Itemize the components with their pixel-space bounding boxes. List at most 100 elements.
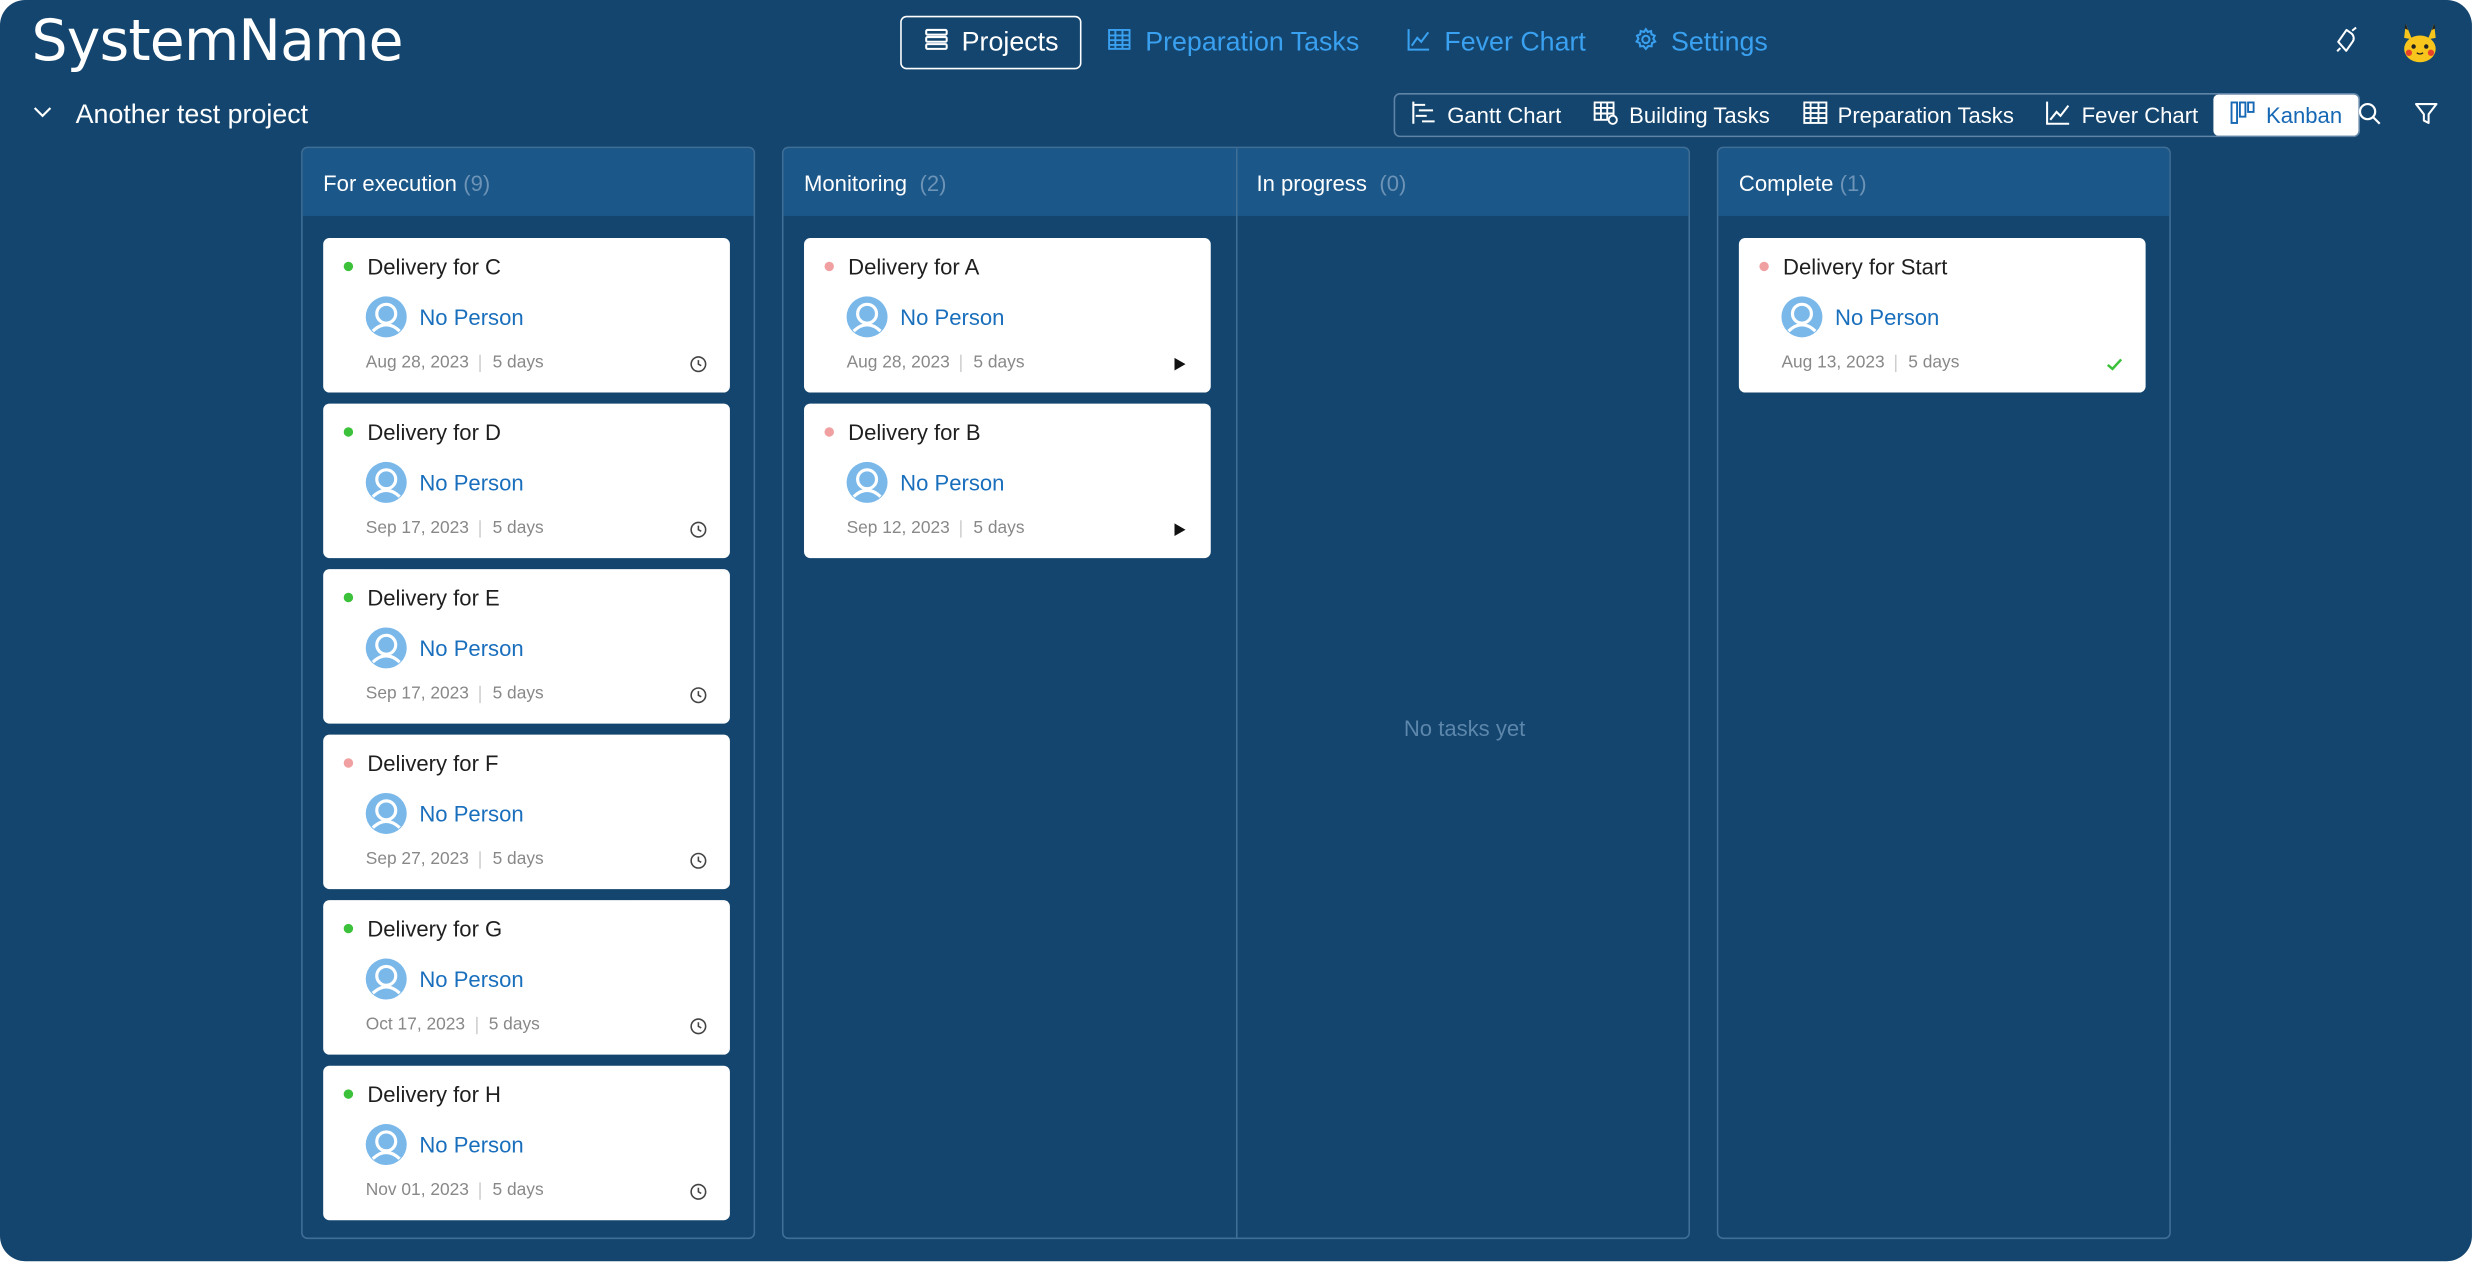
card-date: Sep 17, 2023 [365, 684, 469, 704]
task-card[interactable]: Delivery for D No Person Sep 17, 2023 5 day… [323, 403, 730, 559]
card-title-row: Delivery for H [343, 1081, 502, 1107]
view-building-tasks[interactable]: Building Tasks [1577, 95, 1785, 136]
clock-icon[interactable] [689, 851, 708, 870]
card-title: Delivery for A [848, 253, 980, 280]
card-title: Delivery for Start [1783, 253, 1948, 280]
card-meta: Aug 28, 2023 5 days [366, 353, 544, 372]
card-assignee[interactable]: No Person [365, 1124, 524, 1166]
task-card[interactable]: Delivery for H No Person Nov 01, 2023 5 day… [323, 1065, 730, 1221]
project-selector[interactable]: Another test project [32, 95, 308, 136]
card-assignee[interactable]: No Person [1781, 296, 1940, 338]
card-meta: Nov 01, 2023 5 days [366, 1181, 544, 1200]
play-icon[interactable] [1170, 355, 1189, 374]
task-card[interactable]: Delivery for E No Person Sep 17, 2023 5 day… [323, 569, 730, 724]
status-dot [343, 1089, 354, 1099]
person-avatar-icon [365, 296, 407, 338]
card-assignee[interactable]: No Person [365, 461, 524, 503]
clock-icon[interactable] [689, 355, 708, 374]
clock-icon[interactable] [689, 686, 708, 705]
status-dot [1759, 261, 1769, 272]
clock-icon[interactable] [689, 1017, 708, 1036]
task-card[interactable]: Delivery for A No Person Aug 28, 2023 5 day… [804, 238, 1211, 393]
status-dot [824, 427, 834, 437]
meta-separator [479, 519, 482, 537]
assignee-name: No Person [900, 469, 1005, 496]
task-card[interactable]: Delivery for B No Person Sep 12, 2023 5 day… [804, 403, 1211, 559]
column-divider [1235, 148, 1238, 1238]
card-duration: 5 days [492, 849, 544, 869]
notification-bell-icon[interactable] [2333, 24, 2361, 60]
gear-icon [1633, 26, 1658, 59]
card-duration: 5 days [492, 518, 544, 538]
column-header-monitoring: Monitoring (2) [784, 169, 1236, 194]
task-card[interactable]: Delivery for G No Person Oct 17, 2023 5 day… [323, 900, 730, 1055]
task-card[interactable]: Delivery for F No Person Sep 27, 2023 5 day… [323, 734, 730, 890]
assignee-name: No Person [1835, 304, 1940, 330]
card-title-row: Delivery for C [343, 253, 502, 280]
status-dot [343, 427, 354, 437]
filter-icon[interactable] [2414, 101, 2439, 134]
card-title: Delivery for F [367, 750, 499, 776]
column-for-execution: For execution (9) Delivery for C No Perso… [301, 146, 756, 1240]
clock-icon[interactable] [689, 1182, 708, 1201]
nav-settings[interactable]: Settings [1611, 16, 1790, 70]
view-preparation-tasks[interactable]: Preparation Tasks [1786, 95, 2030, 136]
card-duration: 5 days [492, 684, 544, 704]
card-meta: Oct 17, 2023 5 days [366, 1015, 540, 1034]
person-avatar-icon [846, 296, 888, 338]
card-duration: 5 days [973, 518, 1025, 538]
meta-separator [960, 519, 963, 537]
view-gantt-chart[interactable]: Gantt Chart [1395, 95, 1577, 136]
nav-projects[interactable]: Projects [900, 15, 1083, 70]
card-date: Aug 28, 2023 [365, 353, 469, 373]
card-date: Sep 12, 2023 [846, 518, 950, 538]
card-date: Oct 17, 2023 [365, 1015, 466, 1035]
nav-preparation-tasks[interactable]: Preparation Tasks [1085, 16, 1381, 70]
chevron-down-icon[interactable] [32, 100, 54, 130]
card-title: Delivery for E [367, 584, 500, 611]
view-gantt-chart-label: Gantt Chart [1447, 102, 1562, 128]
card-title: Delivery for C [367, 253, 502, 280]
meta-separator [960, 353, 963, 372]
card-assignee[interactable]: No Person [365, 958, 524, 1000]
task-card[interactable]: Delivery for C No Person Aug 28, 2023 5 day… [323, 238, 730, 393]
task-card[interactable]: Delivery for Start No Person Aug 13, 2023 5… [1738, 238, 2146, 393]
card-title: Delivery for D [367, 419, 502, 445]
table-icon [1107, 26, 1132, 59]
clock-icon[interactable] [689, 520, 708, 539]
card-assignee[interactable]: No Person [365, 792, 524, 834]
card-assignee[interactable]: No Person [365, 296, 524, 338]
meta-separator [479, 850, 482, 868]
card-assignee[interactable]: No Person [365, 627, 524, 669]
status-dot [343, 261, 354, 272]
column-group-monitoring-in-progress: Monitoring (2) In progress (0) Delivery … [781, 146, 1691, 1240]
view-fever-chart[interactable]: Fever Chart [2030, 95, 2214, 136]
view-fever-chart-label: Fever Chart [2081, 102, 2199, 128]
board-toolbar [2357, 101, 2439, 134]
card-meta: Aug 13, 2023 5 days [1781, 353, 1959, 372]
search-icon[interactable] [2357, 101, 2382, 134]
nav-fever-chart[interactable]: Fever Chart [1384, 16, 1607, 70]
nav-settings-label: Settings [1670, 26, 1768, 57]
card-assignee[interactable]: No Person [846, 296, 1004, 338]
card-duration: 5 days [973, 353, 1025, 373]
view-switcher: Gantt Chart Building Tasks Preparation T… [1393, 93, 2360, 138]
card-duration: 5 days [492, 353, 544, 373]
card-title-row: Delivery for B [824, 419, 981, 445]
play-icon[interactable] [1170, 520, 1189, 539]
card-date: Aug 13, 2023 [1781, 353, 1885, 373]
card-title-row: Delivery for Start [1759, 254, 1947, 279]
check-icon[interactable] [2105, 355, 2124, 374]
gantt-icon [1411, 99, 1438, 131]
assignee-name: No Person [419, 1131, 524, 1158]
column-count: (0) [1379, 169, 1407, 195]
card-title-row: Delivery for A [824, 253, 980, 280]
view-kanban[interactable]: Kanban [2213, 94, 2358, 136]
card-date: Sep 27, 2023 [365, 849, 469, 869]
card-date: Aug 28, 2023 [846, 353, 950, 373]
column-count: (1) [1839, 169, 1867, 195]
assignee-name: No Person [419, 304, 524, 330]
user-avatar[interactable] [2396, 18, 2444, 67]
card-assignee[interactable]: No Person [846, 461, 1005, 503]
card-title: Delivery for H [367, 1081, 502, 1107]
